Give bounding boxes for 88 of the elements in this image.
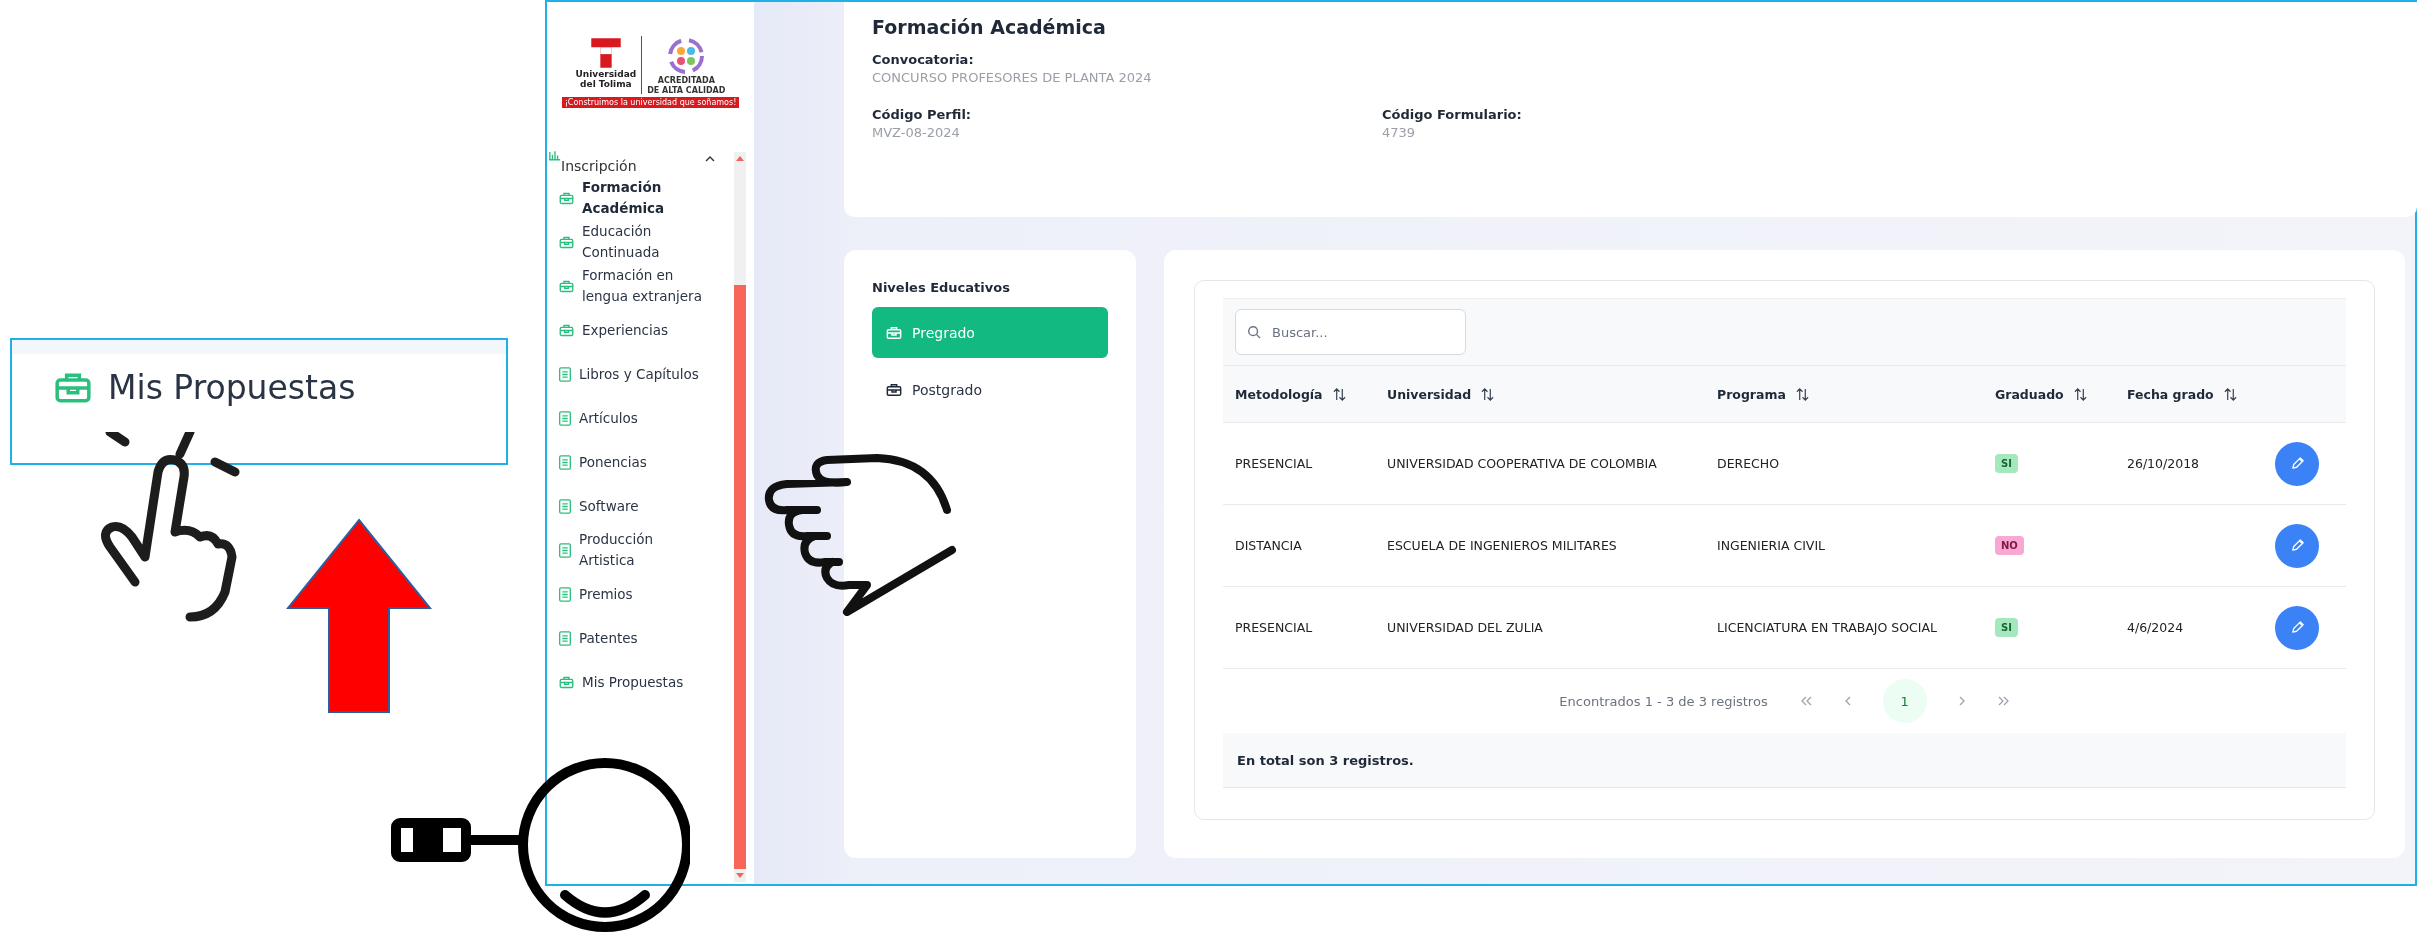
search-icon <box>1247 325 1261 339</box>
last-page-icon[interactable] <box>1997 696 2010 706</box>
document-icon <box>559 586 571 602</box>
table-cell: DERECHO <box>1717 456 1780 471</box>
edit-button[interactable] <box>2275 441 2319 486</box>
records-summary: Encontrados 1 - 3 de 3 registros <box>1559 693 1768 709</box>
chart-icon <box>549 150 561 162</box>
search-field[interactable]: Buscar... <box>1235 309 1466 355</box>
pencil-icon <box>2289 538 2305 553</box>
section-label: Inscripción <box>561 158 637 175</box>
sort-icon[interactable] <box>1795 387 1809 401</box>
sidebar-item[interactable]: Artículos <box>547 396 734 441</box>
status-badge: NO <box>1995 536 2024 555</box>
scroll-up-icon[interactable] <box>736 156 744 162</box>
field-value: 4739 <box>1382 125 1417 140</box>
table-cell: UNIVERSIDAD DEL ZULIA <box>1387 620 1543 635</box>
sort-icon[interactable] <box>2073 387 2087 401</box>
briefcase-icon <box>559 191 574 205</box>
briefcase-icon <box>559 235 574 249</box>
logo-slogan: ¡Construimos la universidad que soñamos! <box>561 97 740 109</box>
briefcase-icon <box>886 382 902 397</box>
accreditation-seal-icon <box>666 36 707 76</box>
status-badge: SI <box>1995 618 2018 637</box>
edit-button[interactable] <box>2275 523 2319 568</box>
university-emblem-icon <box>588 36 623 70</box>
document-icon <box>559 366 571 382</box>
column-header[interactable]: Programa <box>1717 386 1786 402</box>
first-page-icon[interactable] <box>1799 696 1812 706</box>
table-cell: INGENIERIA CIVIL <box>1717 538 1826 553</box>
sidebar-item[interactable]: Ponencias <box>547 440 734 485</box>
level-tab[interactable]: Postgrado <box>872 364 1108 415</box>
logo-text: ACREDITADA DE ALTA CALIDAD <box>647 76 726 96</box>
next-page-icon[interactable] <box>1958 696 1966 706</box>
page-title: Formación Académica <box>872 16 1107 38</box>
column-header[interactable]: Fecha grado <box>2127 386 2214 402</box>
logo-text: Universidad del Tolima <box>575 70 637 90</box>
field-value: CONCURSO PROFESORES DE PLANTA 2024 <box>872 70 1153 85</box>
sidebar-item[interactable]: Formación en lengua extranjera <box>547 264 734 309</box>
table-cell: 26/10/2018 <box>2127 456 2200 471</box>
scrollbar[interactable] <box>734 152 746 882</box>
sidebar-item[interactable]: Premios <box>547 572 734 617</box>
card-title: Niveles Educativos <box>872 280 1011 295</box>
menu-item-label: Mis Propuestas <box>108 368 356 407</box>
document-icon <box>559 630 571 646</box>
document-icon <box>559 498 571 514</box>
document-icon <box>559 542 571 558</box>
sidebar-item[interactable]: Software <box>547 484 734 529</box>
sidebar-item[interactable]: Libros y Capítulos <box>547 352 734 397</box>
status-badge: SI <box>1995 454 2018 473</box>
sort-icon[interactable] <box>1481 387 1495 401</box>
scroll-down-icon[interactable] <box>736 873 744 878</box>
total-records-text: En total son 3 registros. <box>1237 752 1414 768</box>
field-label: Convocatoria: <box>872 52 975 67</box>
column-header[interactable]: Metodología <box>1235 386 1323 402</box>
table-cell: DISTANCIA <box>1235 538 1302 553</box>
field-value: MVZ-08-2024 <box>872 125 961 140</box>
table-cell: PRESENCIAL <box>1235 456 1313 471</box>
pencil-icon <box>2289 620 2305 635</box>
table-cell: UNIVERSIDAD COOPERATIVA DE COLOMBIA <box>1387 456 1657 471</box>
briefcase-icon <box>559 279 574 293</box>
sidebar-item[interactable]: Educación Continuada <box>547 220 734 265</box>
column-header[interactable]: Universidad <box>1387 386 1472 402</box>
table-cell: LICENCIATURA EN TRABAJO SOCIAL <box>1717 620 1938 635</box>
table-cell: 4/6/2024 <box>2127 620 2184 635</box>
briefcase-icon <box>886 325 902 340</box>
briefcase-icon <box>559 323 574 337</box>
field-label: Código Formulario: <box>1382 107 1523 122</box>
document-icon <box>559 410 571 426</box>
sidebar-item[interactable]: Producción Artistica <box>547 528 734 573</box>
sidebar-item[interactable]: Mis Propuestas <box>547 660 734 705</box>
previous-page-icon[interactable] <box>1843 696 1851 706</box>
up-arrow-icon <box>286 518 432 714</box>
sort-icon[interactable] <box>2223 387 2237 401</box>
table-cell: PRESENCIAL <box>1235 620 1313 635</box>
column-header[interactable]: Graduado <box>1995 386 2064 402</box>
edit-button[interactable] <box>2275 605 2319 650</box>
sort-icon[interactable] <box>1332 387 1346 401</box>
sidebar-item[interactable]: Formación Académica <box>547 176 734 221</box>
briefcase-icon <box>559 675 574 689</box>
sidebar-item[interactable]: Experiencias <box>547 308 734 353</box>
page-button[interactable]: 1 <box>1882 679 1927 723</box>
field-label: Código Perfil: <box>872 107 973 122</box>
sidebar-item[interactable]: Patentes <box>547 616 734 661</box>
pencil-icon <box>2289 456 2305 471</box>
menu-section[interactable]: Inscripción <box>547 148 734 177</box>
table-cell: ESCUELA DE INGENIEROS MILITARES <box>1387 538 1617 553</box>
briefcase-icon <box>54 371 92 404</box>
document-icon <box>559 454 571 470</box>
